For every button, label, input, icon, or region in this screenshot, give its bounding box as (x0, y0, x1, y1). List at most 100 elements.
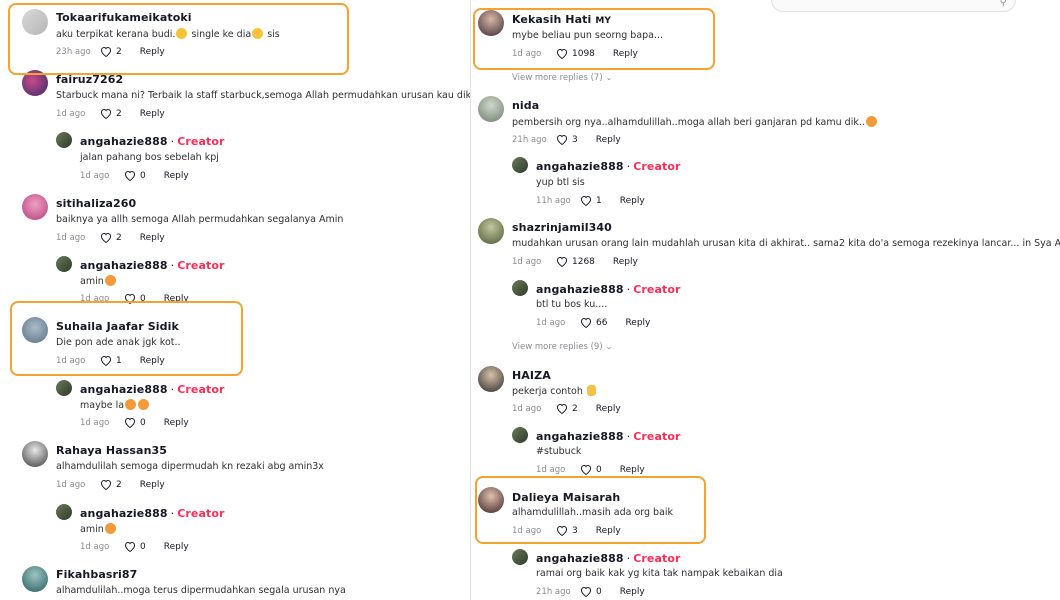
creator-badge: Creator (177, 507, 225, 520)
avatar[interactable] (22, 566, 48, 592)
like-count: 2 (116, 232, 122, 243)
like-button[interactable]: 2 (100, 46, 140, 57)
country-flag: MY (595, 16, 611, 26)
heart-icon (556, 48, 568, 59)
comment-username[interactable]: Kekasih Hati MY (512, 13, 611, 26)
reply-username[interactable]: angahazie888 · Creator (80, 383, 225, 396)
avatar[interactable] (22, 194, 48, 220)
like-button[interactable]: 2 (556, 403, 596, 414)
avatar[interactable] (478, 487, 504, 513)
reply-username[interactable]: angahazie888 · Creator (536, 160, 681, 173)
reply-button[interactable]: Reply (164, 294, 189, 304)
like-button[interactable]: 0 (580, 586, 620, 597)
avatar[interactable] (22, 441, 48, 467)
like-button[interactable]: 3 (556, 134, 596, 145)
reply-username[interactable]: angahazie888 · Creator (536, 283, 681, 296)
reply-button[interactable]: Reply (140, 480, 165, 490)
like-button[interactable]: 1 (580, 195, 620, 206)
like-button[interactable]: 0 (124, 170, 164, 181)
creator-avatar[interactable] (512, 157, 528, 173)
creator-avatar[interactable] (56, 380, 72, 396)
view-more-replies[interactable]: View more replies (7) ⌄ (512, 73, 612, 83)
reply-button[interactable]: Reply (164, 171, 189, 181)
reply-text: amin (80, 523, 117, 535)
creator-avatar[interactable] (56, 256, 72, 272)
like-button[interactable]: 1268 (556, 256, 613, 267)
comment-username[interactable]: nida (512, 99, 539, 112)
reply-username[interactable]: angahazie888 · Creator (80, 507, 225, 520)
creator-badge: Creator (633, 283, 681, 296)
reply-button[interactable]: Reply (140, 47, 165, 57)
like-count: 0 (140, 541, 146, 552)
like-button[interactable]: 66 (580, 317, 625, 328)
creator-avatar[interactable] (56, 132, 72, 148)
avatar[interactable] (22, 9, 48, 35)
grinning-emoji-icon (176, 28, 188, 39)
reply-username[interactable]: angahazie888 · Creator (80, 135, 225, 148)
comment-time: 1d ago (56, 479, 86, 490)
comment-username[interactable]: sitihaliza260 (56, 197, 136, 210)
heart-icon (124, 541, 136, 552)
like-button[interactable]: 1098 (556, 48, 613, 59)
like-button[interactable]: 0 (124, 541, 164, 552)
avatar[interactable] (22, 70, 48, 96)
like-button[interactable]: 2 (100, 108, 140, 119)
reply-button[interactable]: Reply (596, 135, 621, 145)
like-button[interactable]: 2 (100, 232, 140, 243)
creator-avatar[interactable] (512, 427, 528, 443)
reply-button[interactable]: Reply (620, 587, 645, 597)
creator-badge: Creator (633, 160, 681, 173)
comment-username[interactable]: Rahaya Hassan35 (56, 444, 167, 457)
reply-button[interactable]: Reply (164, 418, 189, 428)
reply-button[interactable]: Reply (596, 404, 621, 414)
reply-button[interactable]: Reply (140, 233, 165, 243)
heart-icon (556, 525, 568, 536)
avatar[interactable] (478, 366, 504, 392)
reply-button[interactable]: Reply (620, 465, 645, 475)
comment-username[interactable]: shazrinjamil340 (512, 221, 612, 234)
creator-avatar[interactable] (512, 549, 528, 565)
reply-button[interactable]: Reply (596, 526, 621, 536)
reply-meta: 11h ago 1 Reply (536, 195, 645, 206)
reply-button[interactable]: Reply (613, 49, 638, 59)
like-button[interactable]: 1 (100, 355, 140, 366)
view-more-replies[interactable]: View more replies (9) ⌄ (512, 342, 612, 352)
reply-button[interactable]: Reply (140, 109, 165, 119)
avatar[interactable] (478, 10, 504, 36)
heart-icon (100, 46, 112, 57)
avatar[interactable] (478, 218, 504, 244)
like-count: 1 (116, 355, 122, 366)
comment-username[interactable]: Dalieya Maisarah (512, 491, 620, 504)
comment-username[interactable]: Tokaarifukameikatoki (56, 11, 192, 24)
like-button[interactable]: 0 (580, 464, 620, 475)
like-button[interactable]: 0 (124, 417, 164, 428)
like-button[interactable]: 3 (556, 525, 596, 536)
comment-time: 1d ago (56, 108, 86, 119)
comment-meta: 21h ago 3 Reply (512, 134, 621, 145)
comment-text: pembersih org nya..alhamdulillah..moga a… (512, 116, 878, 128)
comment-username[interactable]: Fikahbasri87 (56, 568, 137, 581)
creator-avatar[interactable] (512, 280, 528, 296)
chevron-down-icon: ⌄ (605, 342, 613, 351)
comment-username[interactable]: HAIZA (512, 369, 551, 382)
avatar[interactable] (22, 317, 48, 343)
search-bar[interactable]: ⚲ (771, 0, 1016, 12)
search-icon[interactable]: ⚲ (1000, 0, 1007, 8)
reply-username[interactable]: angahazie888 · Creator (80, 259, 225, 272)
like-button[interactable]: 0 (124, 293, 164, 304)
reply-button[interactable]: Reply (625, 318, 650, 328)
like-count: 1 (596, 195, 602, 206)
reply-button[interactable]: Reply (613, 257, 638, 267)
comment-username[interactable]: Suhaila Jaafar Sidik (56, 320, 179, 333)
creator-avatar[interactable] (56, 504, 72, 520)
reply-button[interactable]: Reply (140, 356, 165, 366)
reply-button[interactable]: Reply (164, 542, 189, 552)
reply-button[interactable]: Reply (620, 196, 645, 206)
reply-username[interactable]: angahazie888 · Creator (536, 430, 681, 443)
avatar[interactable] (478, 96, 504, 122)
heart-icon (124, 417, 136, 428)
like-button[interactable]: 2 (100, 479, 140, 490)
comment-text: Starbuck mana ni? Terbaik la staff starb… (56, 90, 470, 101)
comment-username[interactable]: fairuz7262 (56, 73, 123, 86)
reply-username[interactable]: angahazie888 · Creator (536, 552, 681, 565)
